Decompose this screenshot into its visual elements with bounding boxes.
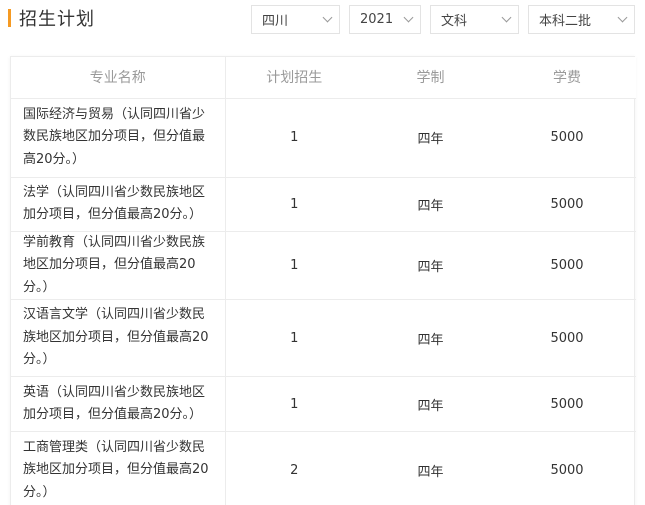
fee-cell: 5000 bbox=[498, 376, 636, 432]
table-row: 工商管理类（认同四川省少数民族地区加分项目，但分值最高20分。） 2 四年 50… bbox=[11, 431, 636, 505]
fee-cell: 5000 bbox=[498, 98, 636, 178]
plan-count-cell: 1 bbox=[225, 231, 363, 300]
major-name-cell: 汉语言文学（认同四川省少数民族地区加分项目，但分值最高20分。） bbox=[11, 299, 226, 377]
major-name-cell: 国际经济与贸易（认同四川省少数民族地区加分项目，但分值最高20分。） bbox=[11, 98, 226, 178]
major-name-cell: 学前教育（认同四川省少数民族地区加分项目，但分值最高20分。） bbox=[11, 231, 226, 300]
batch-select-value: 本科二批 bbox=[539, 14, 592, 29]
major-name-cell: 英语（认同四川省少数民族地区加分项目，但分值最高20分。） bbox=[11, 376, 226, 432]
column-header-duration: 学制 bbox=[363, 57, 498, 99]
plan-count-cell: 1 bbox=[225, 98, 363, 178]
column-header-major: 专业名称 bbox=[11, 57, 226, 99]
duration-cell: 四年 bbox=[363, 231, 498, 300]
fee-cell: 5000 bbox=[550, 462, 584, 478]
section-header: 招生计划 bbox=[8, 8, 95, 30]
column-header-plan: 计划招生 bbox=[225, 57, 363, 99]
duration-cell: 四年 bbox=[417, 464, 444, 480]
plan-count-cell: 1 bbox=[225, 177, 363, 232]
subject-type-select-value: 文科 bbox=[441, 14, 468, 29]
major-name-cell: 工商管理类（认同四川省少数民族地区加分项目，但分值最高20分。） bbox=[11, 431, 226, 505]
major-name-cell: 法学（认同四川省少数民族地区加分项目，但分值最高20分。） bbox=[11, 177, 226, 232]
fee-cell: 5000 bbox=[498, 299, 636, 377]
duration-cell: 四年 bbox=[363, 376, 498, 432]
table-header-row: 专业名称 计划招生 学制 学费 bbox=[11, 57, 636, 99]
subject-type-select[interactable]: 文科 bbox=[430, 5, 519, 34]
plan-count-cell: 2 bbox=[290, 462, 299, 478]
duration-cell: 四年 bbox=[363, 177, 498, 232]
accent-bar bbox=[8, 9, 11, 27]
province-select[interactable]: 四川 bbox=[251, 5, 340, 34]
duration-cell: 四年 bbox=[363, 299, 498, 377]
table-row: 汉语言文学（认同四川省少数民族地区加分项目，但分值最高20分。） 1 四年 50… bbox=[11, 299, 636, 377]
column-header-fee: 学费 bbox=[498, 57, 636, 99]
chevron-down-icon bbox=[617, 12, 628, 23]
year-select-value: 2021 bbox=[360, 12, 394, 27]
fee-cell: 5000 bbox=[498, 231, 636, 300]
year-select[interactable]: 2021 bbox=[349, 5, 421, 34]
filter-bar: 四川 2021 文科 本科二批 bbox=[251, 5, 635, 34]
enrollment-plan-table: 专业名称 计划招生 学制 学费 国际经济与贸易（认同四川省少数民族地区加分项目，… bbox=[10, 56, 636, 505]
table-row: 国际经济与贸易（认同四川省少数民族地区加分项目，但分值最高20分。） 1 四年 … bbox=[11, 98, 636, 178]
page-title: 招生计划 bbox=[19, 9, 95, 30]
batch-select[interactable]: 本科二批 bbox=[528, 5, 635, 34]
duration-cell: 四年 bbox=[363, 98, 498, 178]
table-row: 法学（认同四川省少数民族地区加分项目，但分值最高20分。） 1 四年 5000 bbox=[11, 177, 636, 232]
table-row: 学前教育（认同四川省少数民族地区加分项目，但分值最高20分。） 1 四年 500… bbox=[11, 231, 636, 300]
table-row: 英语（认同四川省少数民族地区加分项目，但分值最高20分。） 1 四年 5000 bbox=[11, 376, 636, 432]
plan-count-cell: 1 bbox=[225, 376, 363, 432]
province-select-value: 四川 bbox=[262, 14, 289, 29]
plan-count-cell: 1 bbox=[225, 299, 363, 377]
chevron-down-icon bbox=[403, 12, 414, 23]
chevron-down-icon bbox=[322, 12, 333, 23]
chevron-down-icon bbox=[501, 12, 512, 23]
fee-cell: 5000 bbox=[498, 177, 636, 232]
